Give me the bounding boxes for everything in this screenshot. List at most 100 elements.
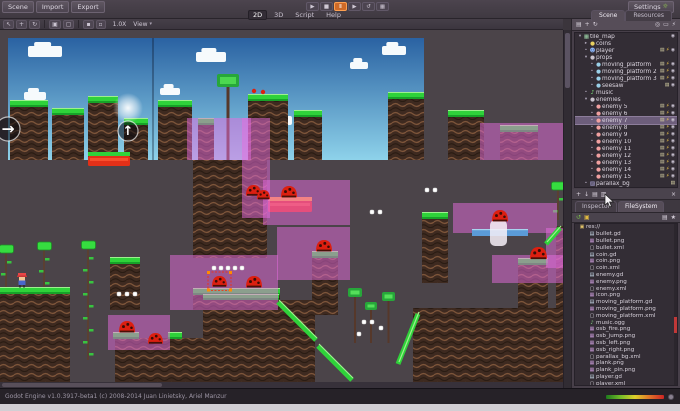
copy-params-icon[interactable]: ▤ <box>592 191 598 198</box>
eye-icon[interactable]: ◉ <box>671 125 675 130</box>
selection-overlay[interactable] <box>277 227 350 280</box>
menu-scene[interactable]: Scene <box>2 1 34 13</box>
groups-icon[interactable]: ▭ <box>663 21 669 28</box>
folder-icon[interactable]: ▤ <box>660 132 665 137</box>
eye-icon[interactable]: ◉ <box>671 174 675 179</box>
file-enemy-gd[interactable]: ▤ enemy.gd <box>575 272 677 279</box>
file-osb_left-png[interactable]: ▦ osb_left.png <box>575 340 677 347</box>
player-sprite[interactable] <box>17 273 27 288</box>
file-player-gd[interactable]: ▤ player.gd <box>575 374 677 381</box>
tree-item-moving_platform-2[interactable]: • ● moving_platform 2 ▤ ⚡ ◉ <box>575 68 677 75</box>
file-coin-png[interactable]: ▦ coin.png <box>575 258 677 265</box>
add-icon[interactable]: + <box>576 191 581 198</box>
file-bullet-gd[interactable]: ▤ bullet.gd <box>575 231 677 238</box>
folder-icon[interactable]: ▤ <box>665 83 670 88</box>
tree-item-enemy-9[interactable]: • ● enemy 9 ▤ ⚡ ◉ <box>575 131 677 138</box>
coin-sprite[interactable] <box>424 187 430 193</box>
folder-icon[interactable]: ▤ <box>660 69 665 74</box>
tab-help[interactable]: Help <box>321 10 346 20</box>
folder-icon[interactable]: ▤ <box>660 76 665 81</box>
coin-sprite[interactable] <box>232 265 238 271</box>
folder-icon[interactable]: ▤ <box>670 181 675 186</box>
file-osb_fire-png[interactable]: ▦ osb_fire.png <box>575 326 677 333</box>
new-node-icon[interactable]: ▤ <box>576 21 582 28</box>
view-menu[interactable]: View <box>133 21 147 28</box>
tree-item-enemy-7[interactable]: • ● enemy 7 ▤ ⚡ ◉ <box>575 116 677 125</box>
refresh-icon[interactable]: ↺ <box>576 214 581 221</box>
file-moving_platform-xml[interactable]: ▢ moving_platform.xml <box>575 312 677 319</box>
eye-icon[interactable]: ◉ <box>671 76 675 81</box>
folder-icon[interactable]: ▤ <box>660 174 665 179</box>
folder-icon[interactable]: ▤ <box>660 104 665 109</box>
eye-icon[interactable]: ◉ <box>671 34 675 39</box>
eye-icon[interactable]: ◉ <box>671 48 675 53</box>
move-tool-icon[interactable]: + <box>16 19 28 29</box>
play-scene-button[interactable]: ▶ <box>348 2 361 11</box>
folder-icon[interactable]: ▤ <box>660 160 665 165</box>
eye-icon[interactable]: ◉ <box>671 83 675 88</box>
ungroup-tool-icon[interactable]: ▫ <box>95 19 106 29</box>
star-icon[interactable]: ★ <box>671 214 676 221</box>
tree-item-enemy-13[interactable]: • ● enemy 13 ▤ ⚡ ◉ <box>575 159 677 166</box>
coin-sprite[interactable] <box>432 187 438 193</box>
coin-sprite[interactable] <box>377 209 383 215</box>
bolt-icon[interactable]: ⚡ <box>666 153 669 158</box>
coin-sprite[interactable] <box>378 325 384 331</box>
file-osb_jump-png[interactable]: ▦ osb_jump.png <box>575 333 677 340</box>
bolt-icon[interactable]: ⚡ <box>666 76 669 81</box>
file-music-ogg[interactable]: ♪ music.ogg <box>575 319 677 326</box>
tree-item-enemy-8[interactable]: • ● enemy 8 ▤ ⚡ ◉ <box>575 124 677 131</box>
eye-icon[interactable]: ◉ <box>671 62 675 67</box>
tab-2d[interactable]: 2D <box>248 10 268 20</box>
file-coin-xml[interactable]: ▢ coin.xml <box>575 265 677 272</box>
tree-item-props[interactable]: ▾ ● props <box>575 54 677 61</box>
tree-item-enemy-6[interactable]: • ● enemy 6 ▤ ⚡ ◉ <box>575 110 677 117</box>
file-enemy-xml[interactable]: ▢ enemy.xml <box>575 285 677 292</box>
eye-icon[interactable]: ◉ <box>671 111 675 116</box>
menu-import[interactable]: Import <box>35 1 70 13</box>
lock-tool-icon[interactable]: ▣ <box>49 19 61 29</box>
bolt-icon[interactable]: ⚡ <box>666 48 669 53</box>
move-down-icon[interactable]: ↓ <box>584 191 589 198</box>
folder-icon[interactable]: ▤ <box>660 62 665 67</box>
play-custom-button[interactable]: ▦ <box>376 2 389 11</box>
tree-item-enemy-5[interactable]: • ● enemy 5 ▤ ⚡ ◉ <box>575 103 677 110</box>
bolt-icon[interactable]: ⚡ <box>666 118 669 123</box>
folder-icon[interactable]: ▤ <box>660 118 665 123</box>
file-enemy-png[interactable]: ▦ enemy.png <box>575 278 677 285</box>
file-bullet-xml[interactable]: ▢ bullet.xml <box>575 244 677 251</box>
selection-overlay[interactable] <box>187 118 251 160</box>
coin-sprite[interactable] <box>211 265 217 271</box>
enemy-speck[interactable] <box>260 89 266 95</box>
tree-item-enemies[interactable]: ▾ ● enemies <box>575 96 677 103</box>
coin-sprite[interactable] <box>369 319 375 325</box>
eye-icon[interactable]: ◉ <box>671 118 675 123</box>
tree-item-enemy-10[interactable]: • ● enemy 10 ▤ ⚡ ◉ <box>575 138 677 145</box>
eye-icon[interactable]: ◉ <box>671 167 675 172</box>
add-node-icon[interactable]: + <box>585 21 590 28</box>
elevator-platform[interactable] <box>88 152 130 166</box>
tree-item-tile_map[interactable]: ▾ ▦ tile_map ◉ <box>575 33 677 40</box>
tree-item-moving_platform[interactable]: • ● moving_platform ▤ ⚡ ◉ <box>575 61 677 68</box>
folder-icon[interactable]: ▤ <box>660 167 665 172</box>
zoom-level[interactable]: 1.0X <box>113 21 127 28</box>
file-bullet-png[interactable]: ▦ bullet.png <box>575 238 677 245</box>
select-tool-icon[interactable]: ↖ <box>3 19 15 29</box>
file-scrollbar[interactable] <box>674 224 677 385</box>
enemy-sprite[interactable] <box>530 247 547 260</box>
connections-icon[interactable]: ⚡ <box>672 21 676 28</box>
vscroll-thumb[interactable] <box>565 33 570 88</box>
file-moving_platform-png[interactable]: ▦ moving_platform.png <box>575 306 677 313</box>
tab-3d[interactable]: 3D <box>269 10 288 20</box>
bolt-icon[interactable]: ⚡ <box>666 146 669 151</box>
selection-overlay[interactable] <box>108 315 170 350</box>
dock-tab-resources[interactable]: Resources <box>625 10 672 21</box>
bolt-icon[interactable]: ⚡ <box>666 104 669 109</box>
bolt-icon[interactable]: ⚡ <box>666 139 669 144</box>
favorites-icon[interactable]: ▣ <box>584 214 590 221</box>
file-osb_right-png[interactable]: ▦ osb_right.png <box>575 346 677 353</box>
tab-script[interactable]: Script <box>290 10 319 20</box>
coin-sprite[interactable] <box>361 319 367 325</box>
folder-view-icon[interactable]: ▤ <box>662 214 668 221</box>
tree-item-music[interactable]: • ♪ music <box>575 89 677 96</box>
